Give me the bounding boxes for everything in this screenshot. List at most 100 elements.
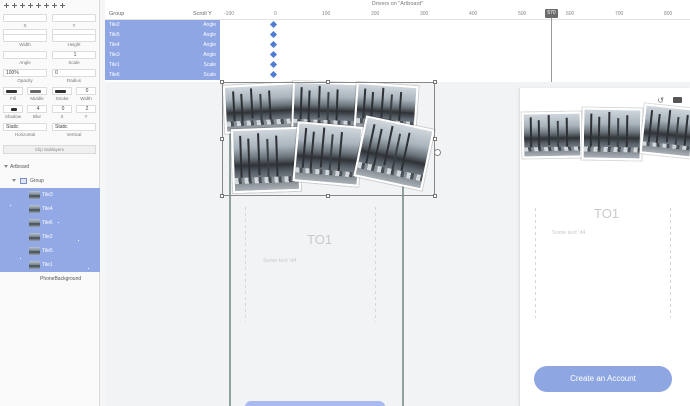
x-label: X bbox=[23, 23, 27, 28]
driver-property[interactable]: Scale bbox=[203, 60, 216, 70]
align-left-icon[interactable] bbox=[3, 2, 10, 9]
clip-sublayers-button[interactable]: Clip Sublayers bbox=[3, 145, 96, 154]
resize-handle[interactable] bbox=[326, 194, 330, 198]
selection-bounds[interactable] bbox=[222, 82, 435, 196]
blur-field[interactable]: 4 bbox=[27, 105, 47, 113]
height-field[interactable] bbox=[52, 34, 96, 42]
middle-label: Middle bbox=[30, 96, 44, 101]
shadow-swatch[interactable] bbox=[3, 105, 23, 113]
stroke-swatch[interactable] bbox=[52, 87, 72, 95]
horizontal-select[interactable]: Static bbox=[3, 123, 47, 131]
artboard-cta-button[interactable] bbox=[245, 401, 385, 406]
playhead-value[interactable]: 570 bbox=[545, 9, 558, 18]
image-thumbnail-icon bbox=[29, 205, 40, 213]
rotate-handle-icon[interactable] bbox=[434, 149, 441, 156]
layer-item[interactable]: Tile2 bbox=[0, 230, 100, 244]
resize-handle[interactable] bbox=[220, 194, 224, 198]
keyframe-marker[interactable] bbox=[269, 70, 278, 79]
resize-handle[interactable] bbox=[220, 80, 224, 84]
layer-item[interactable]: Tile5 bbox=[0, 244, 100, 258]
position-placeholder-field-2[interactable] bbox=[52, 14, 96, 22]
resize-handle[interactable] bbox=[433, 80, 437, 84]
layer-item[interactable]: Tile3 bbox=[0, 188, 100, 202]
keyframe-marker[interactable] bbox=[269, 40, 278, 49]
driver-row[interactable]: Tile5 Angle bbox=[105, 30, 220, 40]
image-thumbnail-icon bbox=[29, 233, 40, 241]
fill-swatch[interactable] bbox=[3, 87, 23, 95]
scroll-column-header: Scroll Y bbox=[193, 11, 212, 17]
width-field[interactable] bbox=[3, 34, 47, 42]
scale-field[interactable]: 1 bbox=[52, 51, 96, 59]
layer-group[interactable]: Group bbox=[0, 174, 100, 188]
record-icon[interactable] bbox=[673, 97, 682, 103]
sparkle bbox=[78, 240, 79, 241]
middle-swatch[interactable] bbox=[27, 87, 47, 95]
driver-property[interactable]: Scale bbox=[203, 70, 216, 80]
driver-property[interactable]: Angle bbox=[203, 40, 216, 50]
align-center-icon[interactable] bbox=[11, 2, 18, 9]
ruler-tick: 300 bbox=[420, 11, 429, 17]
layer-item-label: Tile6 bbox=[42, 220, 53, 226]
layer-item[interactable]: Tile6 bbox=[0, 216, 100, 230]
driver-row[interactable]: Tile2 Angle bbox=[105, 20, 220, 30]
layer-item[interactable]: Tile1 bbox=[0, 258, 100, 272]
stroke-width-field[interactable]: 0 bbox=[76, 87, 96, 95]
create-account-button[interactable]: Create an Account bbox=[534, 366, 672, 392]
disclosure-icon[interactable] bbox=[12, 179, 16, 182]
timeline-title: Drivers on "Artboard" bbox=[371, 1, 424, 7]
distribute-h-icon[interactable] bbox=[51, 2, 58, 9]
driver-row[interactable]: Tile4 Angle bbox=[105, 40, 220, 50]
keyframe-marker[interactable] bbox=[269, 20, 278, 29]
opacity-field[interactable]: 100% bbox=[3, 69, 47, 77]
ruler-tick: 700 bbox=[615, 11, 624, 17]
layer-phone-background[interactable]: PhoneBackground bbox=[0, 272, 100, 286]
driver-row[interactable]: Tile3 Angle bbox=[105, 50, 220, 60]
fill-label: Fill bbox=[10, 96, 16, 101]
keyframe-marker[interactable] bbox=[269, 50, 278, 59]
driver-row[interactable]: Tile6 Scale bbox=[105, 70, 220, 80]
shadow-y-field[interactable]: 2 bbox=[76, 105, 96, 113]
driver-property[interactable]: Angle bbox=[203, 20, 216, 30]
vertical-select[interactable]: Static bbox=[52, 123, 96, 131]
angle-field[interactable] bbox=[3, 51, 47, 59]
timeline-header: Group Scroll Y -100 0 100 200 300 400 50… bbox=[105, 9, 690, 20]
align-bottom-icon[interactable] bbox=[43, 2, 50, 9]
disclosure-icon[interactable] bbox=[4, 165, 8, 168]
align-toolbar bbox=[3, 2, 66, 12]
distribute-v-icon[interactable] bbox=[59, 2, 66, 9]
image-thumbnail-icon bbox=[29, 261, 40, 269]
driver-layer-name: Tile2 bbox=[109, 22, 120, 28]
keyframe-marker[interactable] bbox=[269, 30, 278, 39]
design-canvas[interactable]: TO1 Some text 'd4 ↺ TO1 Some text 'd4 Cr… bbox=[105, 80, 690, 406]
align-middle-icon[interactable] bbox=[35, 2, 42, 9]
playhead-line[interactable] bbox=[551, 18, 552, 82]
position-placeholder-field[interactable] bbox=[3, 14, 47, 22]
shadow-x-field[interactable]: 0 bbox=[52, 105, 72, 113]
ruler-tick: 0 bbox=[274, 11, 277, 17]
resize-handle[interactable] bbox=[433, 194, 437, 198]
ruler-tick: 500 bbox=[518, 11, 527, 17]
preview-photo-tile bbox=[521, 111, 583, 159]
image-thumbnail-icon bbox=[29, 247, 40, 255]
resize-handle[interactable] bbox=[220, 137, 224, 141]
driver-property[interactable]: Angle bbox=[203, 30, 216, 40]
align-right-icon[interactable] bbox=[19, 2, 26, 9]
align-top-icon[interactable] bbox=[27, 2, 34, 9]
layer-artboard-label: Artboard bbox=[10, 164, 30, 170]
driver-layer-name: Tile3 bbox=[109, 52, 120, 58]
reset-icon[interactable]: ↺ bbox=[657, 96, 664, 105]
driver-row[interactable]: Tile1 Scale bbox=[105, 60, 220, 70]
height-label: Height bbox=[67, 42, 81, 47]
stroke-width-label: Width bbox=[80, 96, 92, 101]
layer-artboard[interactable]: Artboard bbox=[0, 160, 100, 174]
radius-field[interactable]: 0 bbox=[52, 69, 96, 77]
layer-item[interactable]: Tile4 bbox=[0, 202, 100, 216]
resize-handle[interactable] bbox=[326, 80, 330, 84]
keyframe-marker[interactable] bbox=[269, 60, 278, 69]
inspector-panel: X Y Width Height 1 Angle Scale 100% 0 Op… bbox=[0, 0, 100, 406]
driver-property[interactable]: Angle bbox=[203, 50, 216, 60]
layer-group-label: Group bbox=[30, 178, 44, 184]
ruler-tick: 100 bbox=[322, 11, 331, 17]
resize-handle[interactable] bbox=[433, 137, 437, 141]
preview-photo-tile bbox=[639, 103, 690, 159]
